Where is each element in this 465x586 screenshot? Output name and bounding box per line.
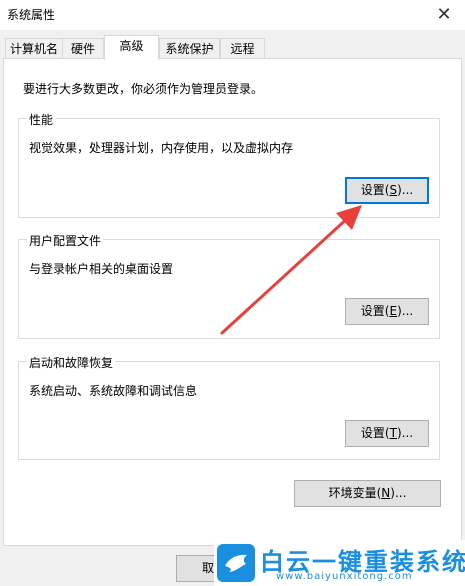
tab-bar: 计算机名 硬件 高级 系统保护 远程 (0, 35, 465, 60)
tab-system-protection[interactable]: 系统保护 (159, 38, 220, 58)
startup-recovery-settings-button[interactable]: 设置(T)... (345, 420, 429, 447)
close-button[interactable]: ✕ (433, 4, 455, 26)
startup-recovery-label: 启动和故障恢复 (27, 354, 116, 371)
tab-hardware[interactable]: 硬件 (62, 38, 104, 58)
performance-settings-button[interactable]: 设置(S)... (345, 177, 429, 204)
performance-label: 性能 (27, 111, 56, 128)
performance-desc: 视觉效果，处理器计划，内存使用，以及虚拟内存 (29, 141, 294, 155)
watermark-logo: 白云一键重装系统 www.baiyunxitong.com (214, 540, 465, 586)
title-bar: 系统属性 ✕ (0, 0, 465, 30)
user-profiles-desc: 与登录帐户相关的桌面设置 (29, 262, 174, 276)
tab-advanced[interactable]: 高级 (104, 35, 159, 60)
tab-remote[interactable]: 远程 (220, 38, 265, 58)
admin-notice: 要进行大多数更改，你必须作为管理员登录。 (23, 82, 264, 96)
window-title: 系统属性 (7, 8, 56, 22)
startup-recovery-desc: 系统启动、系统故障和调试信息 (29, 384, 198, 398)
user-profiles-label: 用户配置文件 (27, 232, 104, 249)
bird-logo-icon (217, 544, 255, 582)
tab-computer-name[interactable]: 计算机名 (5, 38, 63, 58)
environment-variables-button[interactable]: 环境变量(N)... (294, 480, 441, 507)
watermark-url: www.baiyunxitong.com (276, 571, 413, 582)
user-profiles-settings-button[interactable]: 设置(E)... (345, 298, 429, 325)
